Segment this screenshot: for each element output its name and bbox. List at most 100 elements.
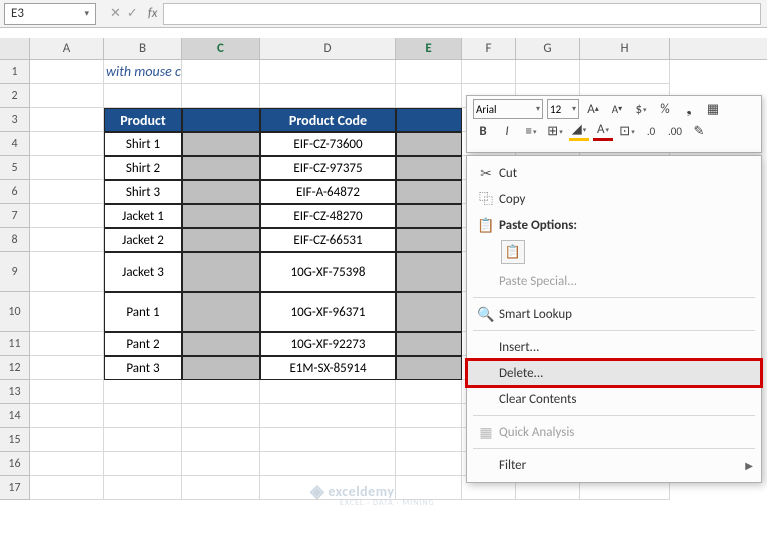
table-header-code[interactable]: Product Code — [260, 108, 396, 132]
cell[interactable] — [182, 428, 260, 452]
col-header-A[interactable]: A — [30, 38, 104, 59]
cell[interactable] — [182, 84, 260, 108]
code-cell[interactable]: EIF-CZ-48270 — [260, 204, 396, 228]
cell[interactable] — [104, 476, 182, 500]
font-select[interactable]: Arial▾ — [473, 99, 543, 119]
cell[interactable] — [30, 428, 104, 452]
cell[interactable] — [396, 428, 462, 452]
cell[interactable] — [104, 84, 182, 108]
selected-cell[interactable] — [396, 332, 462, 356]
cell[interactable] — [182, 476, 260, 500]
code-cell[interactable]: EIF-CZ-66531 — [260, 228, 396, 252]
cell[interactable] — [182, 404, 260, 428]
col-header-F[interactable]: F — [462, 38, 516, 59]
align-icon[interactable]: ≡▾ — [521, 121, 541, 141]
cell[interactable] — [516, 60, 580, 84]
selected-cell[interactable] — [396, 252, 462, 292]
code-cell[interactable]: EIF-A-64872 — [260, 180, 396, 204]
increase-font-icon[interactable]: A▴ — [583, 99, 603, 119]
row-header[interactable]: 16 — [0, 452, 30, 476]
cell[interactable] — [396, 60, 462, 84]
col-header-D[interactable]: D — [260, 38, 396, 59]
code-cell[interactable]: 10G-XF-92273 — [260, 332, 396, 356]
code-cell[interactable]: E1M-SX-85914 — [260, 356, 396, 380]
table-header-product[interactable]: Product — [104, 108, 182, 132]
menu-clear-contents[interactable]: Clear Contents — [467, 386, 761, 412]
cell[interactable] — [396, 380, 462, 404]
cell[interactable] — [30, 156, 104, 180]
cell[interactable] — [30, 84, 104, 108]
product-cell[interactable]: Jacket 1 — [104, 204, 182, 228]
product-cell[interactable]: Pant 1 — [104, 292, 182, 332]
selected-cell[interactable] — [182, 156, 260, 180]
cell[interactable] — [104, 452, 182, 476]
col-header-B[interactable]: B — [104, 38, 182, 59]
cell[interactable] — [30, 380, 104, 404]
menu-filter[interactable]: Filter ▶ — [467, 452, 761, 478]
code-cell[interactable]: EIF-CZ-73600 — [260, 132, 396, 156]
menu-smart-lookup[interactable]: 🔍 Smart Lookup — [467, 301, 761, 327]
selected-cell[interactable] — [182, 204, 260, 228]
col-header-H[interactable]: H — [580, 38, 670, 59]
row-header[interactable]: 6 — [0, 180, 30, 204]
col-header-E[interactable]: E — [396, 38, 462, 59]
cell[interactable] — [30, 132, 104, 156]
row-header[interactable]: 17 — [0, 476, 30, 500]
border-icon[interactable]: ⊞▾ — [545, 121, 565, 141]
cell[interactable] — [182, 452, 260, 476]
cell[interactable] — [30, 228, 104, 252]
format-painter-icon[interactable]: ✎ — [689, 121, 709, 141]
cell[interactable] — [30, 476, 104, 500]
row-header[interactable]: 11 — [0, 332, 30, 356]
row-header[interactable]: 8 — [0, 228, 30, 252]
table-format-icon[interactable]: ▦ — [703, 99, 723, 119]
merge-icon[interactable]: ⊡▾ — [617, 121, 637, 141]
selected-cell[interactable] — [396, 156, 462, 180]
selected-cell[interactable] — [182, 180, 260, 204]
increase-decimal-icon[interactable]: .00 — [665, 121, 685, 141]
row-header[interactable]: 10 — [0, 292, 30, 332]
cell[interactable] — [30, 404, 104, 428]
cell[interactable] — [260, 404, 396, 428]
cell[interactable] — [396, 404, 462, 428]
fx-label[interactable]: fx — [148, 6, 164, 21]
product-cell[interactable]: Shirt 3 — [104, 180, 182, 204]
table-header-blank-e[interactable] — [396, 108, 462, 132]
selected-cell[interactable] — [396, 204, 462, 228]
select-all-corner[interactable] — [0, 38, 30, 59]
row-header[interactable]: 2 — [0, 84, 30, 108]
code-cell[interactable]: EIF-CZ-97375 — [260, 156, 396, 180]
cell[interactable] — [260, 380, 396, 404]
menu-delete[interactable]: Delete... — [467, 360, 761, 386]
selected-cell[interactable] — [396, 132, 462, 156]
row-header[interactable]: 15 — [0, 428, 30, 452]
product-cell[interactable]: Shirt 2 — [104, 156, 182, 180]
menu-cut[interactable]: ✂ Cut — [467, 160, 761, 186]
comma-icon[interactable]: ❟ — [679, 99, 699, 119]
cell[interactable] — [104, 404, 182, 428]
row-header[interactable]: 4 — [0, 132, 30, 156]
selected-cell[interactable] — [396, 228, 462, 252]
product-cell[interactable]: Pant 2 — [104, 332, 182, 356]
cell[interactable] — [104, 428, 182, 452]
cell[interactable] — [30, 292, 104, 332]
selected-cell[interactable] — [182, 228, 260, 252]
cell[interactable] — [30, 60, 104, 84]
currency-icon[interactable]: $▾ — [631, 99, 651, 119]
cell[interactable] — [30, 204, 104, 228]
cell[interactable] — [104, 380, 182, 404]
cell[interactable] — [580, 60, 670, 84]
cell[interactable] — [30, 180, 104, 204]
selected-cell[interactable] — [396, 356, 462, 380]
col-header-G[interactable]: G — [516, 38, 580, 59]
chevron-down-icon[interactable]: ▾ — [84, 8, 89, 19]
menu-insert[interactable]: Insert... — [467, 334, 761, 360]
selected-cell[interactable] — [396, 180, 462, 204]
code-cell[interactable]: 10G-XF-75398 — [260, 252, 396, 292]
formula-input[interactable] — [163, 3, 761, 25]
row-header[interactable]: 1 — [0, 60, 30, 84]
product-cell[interactable]: Shirt 1 — [104, 132, 182, 156]
cell[interactable] — [260, 428, 396, 452]
cell[interactable] — [260, 60, 396, 84]
cell[interactable] — [260, 84, 396, 108]
